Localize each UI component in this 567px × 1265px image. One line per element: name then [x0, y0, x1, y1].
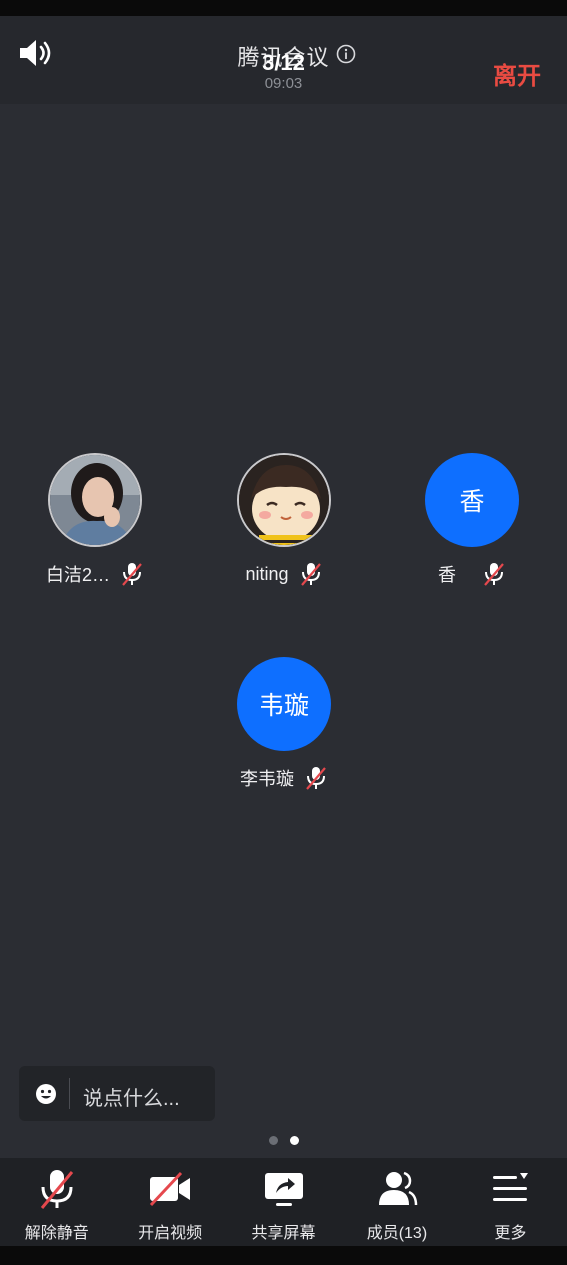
leave-button[interactable]: 离开 [493, 56, 541, 91]
more-icon [493, 1173, 529, 1201]
nav-strip [0, 1246, 567, 1265]
meeting-timer: 09:03 [264, 75, 303, 92]
participant-tile[interactable]: 香 香 [417, 453, 527, 587]
avatar: 韦璇 [237, 657, 331, 751]
page-dot-active[interactable] [289, 1136, 299, 1145]
mic-muted-icon [300, 563, 321, 586]
mic-muted-icon [484, 563, 504, 586]
share-screen-label: 共享屏幕 [251, 1225, 316, 1242]
camera-off-icon [150, 1171, 191, 1207]
participant-name-row: niting [229, 561, 339, 587]
mic-muted-icon [306, 767, 326, 790]
chat-divider [69, 1078, 70, 1109]
participant-name-row: 香 [417, 561, 527, 587]
participant-name: 白洁2… [45, 565, 110, 585]
members-label: 成员(13) [366, 1225, 428, 1242]
status-strip [0, 0, 567, 16]
more-button[interactable]: 更多 [454, 1158, 567, 1246]
participant-name: 香 [438, 565, 456, 585]
start-video-button[interactable]: 开启视频 [113, 1158, 226, 1246]
members-icon [378, 1171, 418, 1206]
chat-input[interactable]: 说点什么... [19, 1066, 215, 1121]
more-label: 更多 [494, 1225, 527, 1242]
mic-muted-icon [40, 1170, 73, 1209]
page-dot[interactable] [268, 1136, 278, 1145]
unmute-button[interactable]: 解除静音 [0, 1158, 113, 1246]
participant-tile[interactable]: 白洁2… [40, 453, 150, 587]
start-video-label: 开启视频 [138, 1225, 203, 1242]
mic-muted-icon [122, 563, 142, 586]
participant-tile[interactable]: 韦璇 李韦璇 [229, 657, 339, 791]
share-screen-icon [264, 1173, 303, 1206]
cartoon-avatar-girl [239, 455, 329, 545]
participant-name: 李韦璇 [240, 769, 294, 789]
info-icon[interactable] [336, 44, 356, 64]
photo-avatar-woman [50, 455, 140, 545]
avatar: 香 [425, 453, 519, 547]
participant-tile[interactable]: niting [229, 453, 339, 587]
page-dots [0, 1136, 567, 1145]
participant-name-row: 李韦璇 [229, 765, 339, 791]
participant-name-row: 白洁2… [40, 561, 150, 587]
share-screen-button[interactable]: 共享屏幕 [227, 1158, 340, 1246]
participant-name: niting [245, 563, 289, 584]
page-indicator: 3/12 [262, 50, 305, 75]
unmute-label: 解除静音 [24, 1225, 89, 1242]
avatar [237, 453, 331, 547]
emoji-icon[interactable] [35, 1083, 57, 1105]
avatar [48, 453, 142, 547]
chat-placeholder: 说点什么... [83, 1088, 180, 1110]
bottom-toolbar: 解除静音 开启视频 共享屏幕 成员(13) 更多 [0, 1158, 567, 1246]
members-button[interactable]: 成员(13) [340, 1158, 453, 1246]
